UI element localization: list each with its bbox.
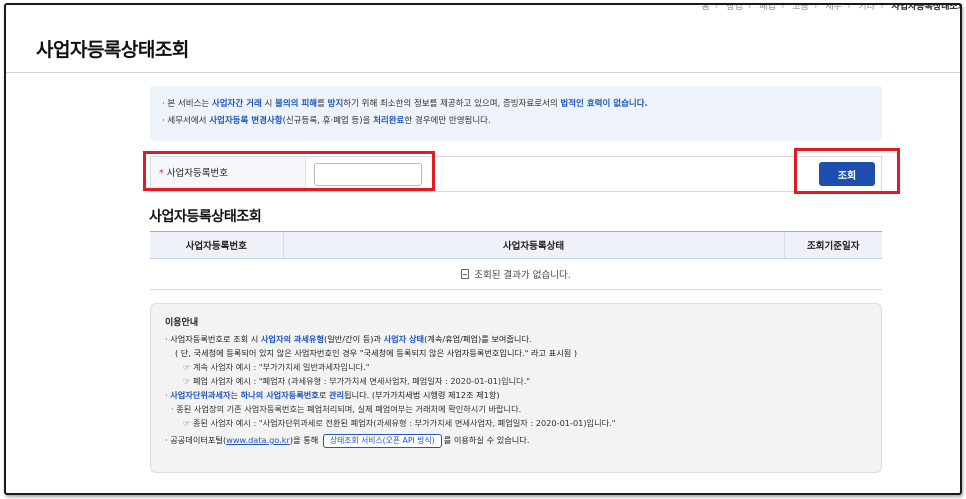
breadcrumb-item[interactable]: 폐업 (759, 5, 776, 12)
guide-example: ☞ 종된 사업자 예시 : "사업자단위과세로 전환된 폐업자(과세유형 : 부… (183, 418, 616, 428)
page-title: 사업자등록상태조회 (36, 39, 189, 61)
document-icon (461, 269, 470, 279)
notice-box: · 본 서비스는 사업자간 거래 시 불의의 피해를 방지하기 위해 최소한의 … (150, 86, 882, 141)
guide-text: 됩니다. (부가가치세법 시행령 제12조 제1항) (344, 390, 500, 400)
table-row: 조회된 결과가 없습니다. (150, 258, 882, 290)
guide-item-2: · 사업자단위과세자는 하나의 사업자등록번호로 관리됩니다. (부가가치세법 … (165, 390, 500, 400)
notice-text: 시 (261, 99, 276, 109)
empty-result-message: 조회된 결과가 없습니다. (474, 270, 571, 281)
results-section-title: 사업자등록상태조회 (149, 209, 262, 225)
notice-text: 본 서비스는 (167, 99, 212, 109)
notice-highlight: 법적인 효력이 없습니다. (560, 99, 648, 109)
guide-note: · 종된 사업장의 기존 사업자등록번호는 폐업처리되며, 실제 폐업여부는 거… (171, 404, 522, 414)
guide-note: ( 단, 국세청에 등록되어 있지 않은 사업자번호인 경우 "국세청에 등록되… (175, 348, 578, 358)
notice-highlight: 처리완료 (373, 116, 405, 126)
notice-text: (신규등록, 휴·폐업 등)을 (282, 116, 374, 126)
breadcrumb-separator-icon: › (747, 3, 752, 12)
guide-item-1: · 사업자등록번호로 조회 시 사업자의 과세유형(일반/간이 등)과 사업자 … (165, 334, 532, 344)
guide-highlight: 사업자의 과세유형 (260, 334, 325, 344)
guide-text: 는 (230, 390, 241, 400)
guide-highlight: 사업자단위과세자 (170, 390, 231, 400)
breadcrumb-current: 사업자등록상태조회 (891, 3, 962, 12)
breadcrumb: 홈 › 창업 › 폐업 › 고용 › 세무 › 기타 › 사업자등록상태조회 (701, 3, 962, 12)
guide-text: (일반/간이 등)과 (324, 334, 384, 344)
notice-highlight: 사업자등록 변경사항 (209, 116, 283, 126)
annotation-box-input (143, 151, 435, 191)
guide-title: 이용안내 (165, 318, 199, 328)
guide-text: )을 통해 (289, 435, 319, 445)
guide-example: ☞ 폐업 사업자 예시 : "폐업자 (과세유형 : 부가가치세 면세사업자, … (183, 376, 531, 386)
guide-text: 를 이용하실 수 있습니다. (443, 435, 530, 445)
guide-highlight: 하나의 사업자등록번호 (240, 390, 319, 400)
breadcrumb-separator-icon: › (714, 3, 719, 12)
breadcrumb-item[interactable]: 창업 (726, 5, 743, 12)
notice-highlight: 불의의 피해 (275, 99, 318, 109)
breadcrumb-separator-icon: › (780, 3, 785, 12)
notice-highlight: 사업자간 거래 (211, 99, 262, 109)
column-header-status: 사업자등록상태 (282, 231, 784, 259)
notice-text: 세무서에서 (167, 116, 210, 126)
annotation-box-button (794, 148, 900, 194)
table-header-row: 사업자등록번호 사업자등록상태 조회기준일자 (150, 231, 882, 259)
data-portal-link[interactable]: www.data.go.kr (226, 435, 290, 445)
breadcrumb-separator-icon: › (879, 3, 884, 12)
open-api-service-button[interactable]: 상태조회 서비스(오픈 API 방식) (322, 433, 442, 448)
title-divider (6, 72, 960, 73)
guide-example: ☞ 계속 사업자 예시 : "부가가치세 일반과세자입니다." (183, 362, 370, 372)
results-table: 사업자등록번호 사업자등록상태 조회기준일자 조회된 결과가 없습니다. (150, 231, 882, 290)
guide-highlight: 사업자 상태 (383, 334, 425, 344)
guide-text: 로 (318, 390, 329, 400)
guide-item-3: · 공공데이터포털(www.data.go.kr)을 통해 상태조회 서비스(오… (165, 433, 867, 448)
guide-text: 사업자등록번호로 조회 시 (170, 334, 261, 344)
column-header-business-number: 사업자등록번호 (150, 231, 283, 259)
notice-text: 한 경우에만 반영됩니다. (404, 116, 491, 126)
notice-highlight: 방지 (327, 99, 344, 109)
guide-text: (계속/휴업/폐업)를 보여줍니다. (424, 334, 532, 344)
notice-text: 를 (317, 99, 328, 109)
breadcrumb-item[interactable]: 고용 (792, 5, 809, 12)
guide-text: 공공데이터포털( (170, 435, 227, 445)
guide-highlight: 관리 (328, 390, 345, 400)
page-frame: 홈 › 창업 › 폐업 › 고용 › 세무 › 기타 › 사업자등록상태조회 사업자등록상태… (4, 3, 962, 495)
breadcrumb-item[interactable]: 홈 (701, 5, 709, 12)
column-header-date: 조회기준일자 (783, 231, 882, 259)
breadcrumb-item[interactable]: 기타 (858, 5, 875, 12)
breadcrumb-separator-icon: › (846, 3, 851, 12)
notice-text: 하기 위해 최소한의 정보를 제공하고 있으며, 증빙자료로서의 (343, 99, 561, 109)
notice-line-1: · 본 서비스는 사업자간 거래 시 불의의 피해를 방지하기 위해 최소한의 … (162, 99, 648, 109)
notice-line-2: · 세무서에서 사업자등록 변경사항(신규등록, 휴·폐업 등)을 처리완료한 … (162, 116, 491, 126)
breadcrumb-item[interactable]: 세무 (825, 5, 842, 12)
empty-result-cell: 조회된 결과가 없습니다. (150, 258, 882, 290)
guide-box: 이용안내 · 사업자등록번호로 조회 시 사업자의 과세유형(일반/간이 등)과… (150, 303, 882, 473)
breadcrumb-separator-icon: › (813, 3, 818, 12)
